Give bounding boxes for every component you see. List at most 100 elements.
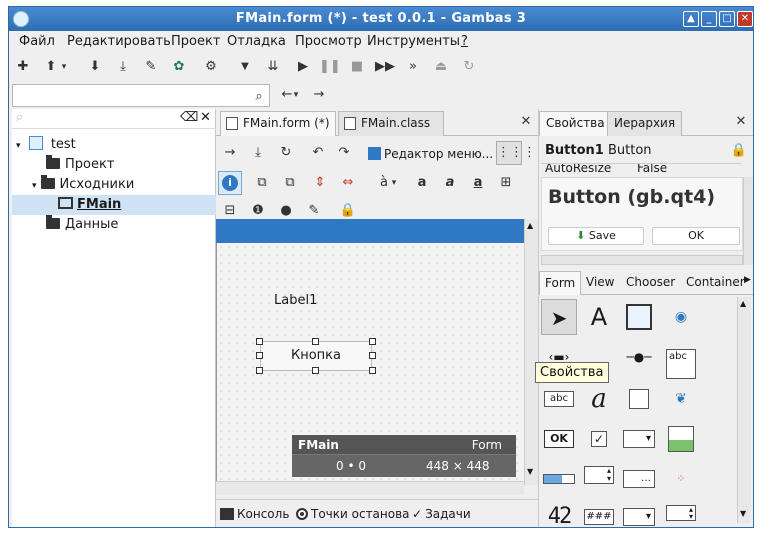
brush-icon[interactable]: ✎ [304,201,324,221]
tree-root[interactable]: ▾ test [16,135,76,155]
tab-form[interactable]: Form [539,271,582,295]
scroll-down-icon[interactable]: ▼ [740,509,746,518]
buttonbox-tool-icon[interactable]: … [621,461,657,497]
movie-tool-icon[interactable] [621,299,657,335]
new-project-icon[interactable]: ✚ [13,57,33,77]
button-tool-icon[interactable]: OK [541,421,577,457]
menu-editor-button[interactable]: Редактор меню... [368,145,493,163]
scroll-up-icon[interactable]: ▲ [740,299,746,308]
font-tool-icon[interactable]: a [581,381,617,417]
info-icon[interactable]: i [218,171,242,195]
minus-box-icon[interactable]: ⊟ [220,201,240,221]
lock-icon[interactable]: 🔒 [338,201,358,221]
menu-edit[interactable]: Редактировать [67,34,171,49]
toolbox-scrollbar[interactable]: ▲ ▼ [737,297,751,523]
resize-handle[interactable] [256,367,263,374]
console-button[interactable]: Консоль [220,507,289,521]
spinbox-tool-icon[interactable]: ▴ ▾ [581,461,617,497]
lock-icon[interactable]: 🔒 [729,141,749,161]
pause-icon[interactable]: ❚❚ [319,57,341,77]
font-bold-icon[interactable]: a [412,173,432,193]
font-grow-icon[interactable]: ⊞ [496,173,516,193]
gambas-tool-icon[interactable]: ❦ [663,381,699,417]
menu-view[interactable]: Просмотр [295,34,362,49]
label1-control[interactable]: Label1 [274,293,317,308]
align-vcenter-icon[interactable]: ⇕ [310,173,330,193]
frame-tool-icon[interactable] [621,381,657,417]
edit-pencil-icon[interactable]: ✎ [141,57,161,77]
label-tool-icon[interactable]: A [581,299,617,335]
forward-icon[interactable]: » [403,57,423,77]
iconcombo-tool-icon[interactable]: ▾ [621,499,657,527]
radio-tool-icon[interactable]: ◉ [663,299,699,335]
clear-search-icon[interactable]: ⌫ [180,110,198,125]
tree-item-project[interactable]: Проект [46,155,114,175]
close-tree-search-icon[interactable]: ✕ [200,110,211,125]
combobox-tool-icon[interactable]: ▾ [621,421,657,457]
canvas-horizontal-scrollbar[interactable] [216,481,524,495]
tab-chooser[interactable]: Chooser [621,271,680,295]
resize-handle[interactable] [256,352,263,359]
close-tab-icon[interactable]: ✕ [516,112,536,132]
arrow-right-icon[interactable]: → [220,143,240,163]
color-drop-icon[interactable]: ● [276,201,296,221]
tab-container[interactable]: Container [681,271,750,295]
tab-fmain-class[interactable]: FMain.class [338,111,444,136]
menu-file[interactable]: Файл [19,34,55,49]
expand-icon[interactable]: ▾ [32,181,37,191]
properties-gear-icon[interactable]: ⚙ [201,57,221,77]
breakpoints-button[interactable]: Точки останова [296,507,410,521]
stop-icon[interactable]: ■ [347,57,367,77]
maskbox-tool-icon[interactable]: ### [581,499,617,527]
spinslider-tool-icon[interactable]: ▴ ▾ [663,499,699,527]
gambas-settings-icon[interactable]: ✿ [169,57,189,77]
resize-handle[interactable] [369,352,376,359]
tasks-button[interactable]: ✓ Задачи [412,507,471,521]
resize-handle[interactable] [312,338,319,345]
scroll-down-icon[interactable]: ▼ [527,467,533,476]
upload-icon[interactable]: ⬆ [41,57,61,77]
menu-help[interactable]: ? [461,34,468,49]
send-back-icon[interactable]: ⧉ [280,173,300,193]
tree-item-data[interactable]: Данные [46,215,118,235]
menu-project[interactable]: Проект [171,34,220,49]
search-icon[interactable]: ⌕ [249,87,269,107]
checkbox-tool-icon[interactable]: ✓ [581,421,617,457]
maximize-button[interactable]: □ [719,11,735,27]
grid-icon[interactable]: ⋮⋮⋮ [496,141,536,165]
picturebox-tool-icon[interactable] [663,421,699,457]
format-dropdown-icon[interactable]: ▾ [388,173,400,193]
close-button[interactable]: ✕ [737,11,753,27]
colorchooser-tool-icon[interactable]: ⁘ [663,461,699,497]
resize-handle[interactable] [312,367,319,374]
tab-fmain-form[interactable]: FMain.form (*) [220,111,336,136]
scroll-up-icon[interactable]: ▲ [527,221,533,230]
resize-handle[interactable] [369,367,376,374]
step-down-icon[interactable]: ⇊ [263,57,283,77]
lcdlabel-tool-icon[interactable]: 42 [541,499,577,527]
step-over-icon[interactable]: ▶▶ [375,57,395,77]
tree-search-field[interactable]: ⌕ ⌫ ✕ [12,109,216,129]
upload-dropdown-icon[interactable]: ▾ [59,57,69,77]
minimize-button[interactable]: _ [701,11,717,27]
chevron-down-icon[interactable]: ▼ [235,57,255,77]
tab-hierarchy[interactable]: Иерархия [607,111,683,136]
tab-order-icon[interactable]: ❶ [248,201,268,221]
tree-item-fmain[interactable]: FMain [12,195,216,215]
canvas-vertical-scrollbar[interactable]: ▲ ▼ [524,219,538,485]
run-icon[interactable]: ▶ [293,57,313,77]
close-properties-icon[interactable]: ✕ [731,112,751,132]
property-row[interactable]: AutoResize False [541,163,741,177]
tabs-scroll-right-icon[interactable]: ▶ [744,275,751,285]
tab-view[interactable]: View [581,271,619,295]
textarea-tool-icon[interactable]: abc [663,339,699,379]
shade-button[interactable]: ▲ [683,11,699,27]
search-input[interactable] [12,84,270,107]
menu-tools[interactable]: Инструменты [367,34,460,49]
menu-debug[interactable]: Отладка [227,34,286,49]
tab-properties[interactable]: Свойства [539,111,612,136]
expand-icon[interactable]: ▾ [16,141,21,151]
undo-icon[interactable]: ↶ [308,143,328,163]
pointer-tool-icon[interactable]: ➤ [541,299,577,335]
redo-icon[interactable]: ↷ [334,143,354,163]
